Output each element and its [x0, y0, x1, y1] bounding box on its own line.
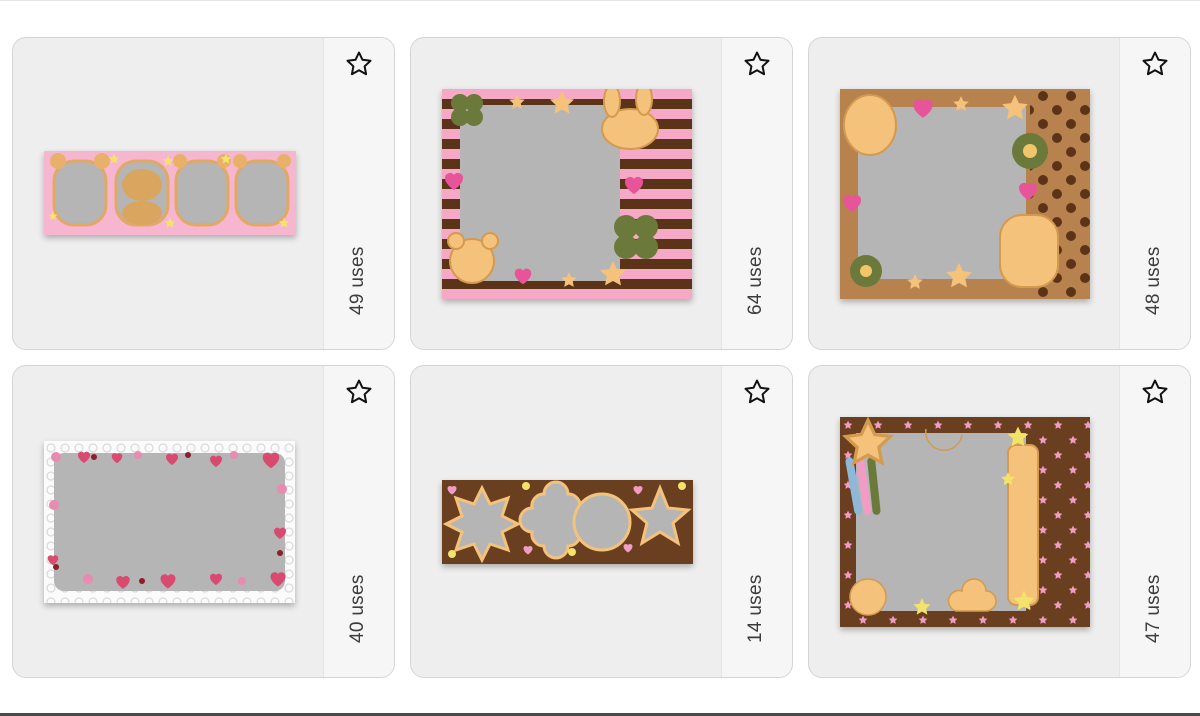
uses-count: 48 uses	[1143, 246, 1164, 315]
star-outline-icon[interactable]	[743, 50, 771, 78]
star-outline-icon[interactable]	[345, 378, 373, 406]
card-side-panel: 40 uses	[323, 366, 394, 677]
top-divider	[0, 0, 1200, 1]
star-outline-icon[interactable]	[743, 378, 771, 406]
card-side-panel: 49 uses	[323, 38, 394, 349]
card-side-panel: 47 uses	[1119, 366, 1190, 677]
card-side-panel: 14 uses	[721, 366, 792, 677]
frame-card-3[interactable]: 48 uses	[808, 37, 1191, 350]
uses-count: 64 uses	[745, 246, 766, 315]
uses-count: 14 uses	[745, 574, 766, 643]
frame-thumbnail[interactable]	[840, 417, 1090, 627]
frame-card-4[interactable]: 40 uses	[12, 365, 395, 678]
card-side-panel: 48 uses	[1119, 38, 1190, 349]
star-outline-icon[interactable]	[1141, 378, 1169, 406]
uses-count: 47 uses	[1143, 574, 1164, 643]
frame-thumbnail[interactable]	[442, 89, 692, 299]
uses-count: 40 uses	[347, 574, 368, 643]
frame-card-1[interactable]: 49 uses	[12, 37, 395, 350]
frame-card-6[interactable]: 47 uses	[808, 365, 1191, 678]
frame-thumbnail[interactable]	[44, 151, 296, 235]
frame-thumbnail[interactable]	[442, 480, 693, 564]
star-outline-icon[interactable]	[345, 50, 373, 78]
uses-count: 49 uses	[347, 246, 368, 315]
card-side-panel: 64 uses	[721, 38, 792, 349]
frame-card-2[interactable]: 64 uses	[410, 37, 793, 350]
star-outline-icon[interactable]	[1141, 50, 1169, 78]
frame-thumbnail[interactable]	[840, 89, 1090, 299]
frame-thumbnail[interactable]	[44, 441, 295, 603]
frame-card-5[interactable]: 14 uses	[410, 365, 793, 678]
